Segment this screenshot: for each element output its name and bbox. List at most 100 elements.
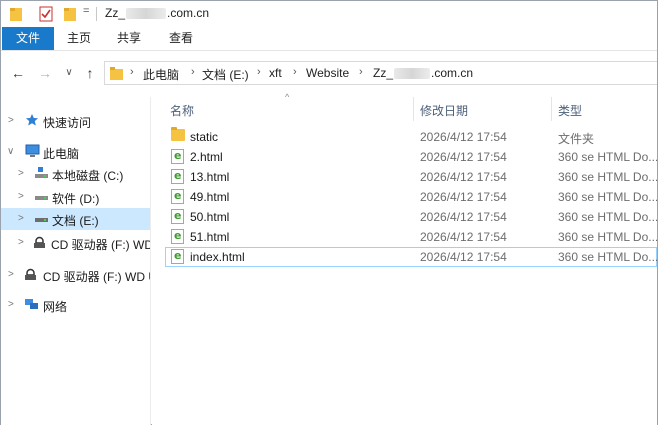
breadcrumb-drive-e[interactable]: 文档 (E:): [202, 66, 249, 83]
file-name: index.html: [190, 250, 245, 264]
column-header-type[interactable]: 类型: [558, 102, 582, 119]
address-row: ← → ∨ ↑ › 此电脑 › 文档 (E:) › xft › Website …: [1, 51, 657, 95]
html-file-icon: [171, 249, 184, 264]
list-item[interactable]: 13.html 2026/4/12 17:54 360 se HTML Do..…: [165, 167, 658, 187]
chevron-right-icon[interactable]: ›: [191, 66, 195, 78]
chevron-right-icon[interactable]: >: [8, 299, 14, 310]
crumb-prefix: Zz_: [373, 66, 394, 80]
file-name: 49.html: [190, 190, 230, 204]
column-divider[interactable]: [413, 97, 414, 121]
title-separator: [96, 7, 97, 21]
html-file-icon: [171, 169, 184, 184]
properties-icon[interactable]: [39, 6, 53, 25]
breadcrumb-current[interactable]: Zz_ .com.cn: [373, 66, 473, 80]
file-date: 2026/4/12 17:54: [420, 190, 507, 204]
html-file-icon: [171, 229, 184, 244]
sidebar-item-label: 文档 (E:): [52, 214, 99, 228]
tab-view[interactable]: 查看: [163, 27, 199, 50]
sidebar-item-drive-d[interactable]: > 软件 (D:): [1, 186, 150, 208]
html-file-icon: [171, 209, 184, 224]
list-item[interactable]: 50.html 2026/4/12 17:54 360 se HTML Do..…: [165, 207, 658, 227]
ribbon-tabs: 文件 主页 共享 查看: [1, 27, 657, 51]
sidebar-item-label: 软件 (D:): [52, 192, 100, 206]
star-icon: [25, 113, 39, 130]
file-type: 360 se HTML Do...: [558, 230, 658, 244]
sidebar-item-cd-drive-2[interactable]: > CD 驱动器 (F:) WD U: [1, 264, 150, 286]
tab-share[interactable]: 共享: [111, 27, 147, 50]
cd-drive-icon: [23, 267, 38, 285]
crumb-suffix: .com.cn: [431, 66, 474, 80]
file-type: 360 se HTML Do...: [558, 170, 658, 184]
sidebar-item-network[interactable]: > 网络: [1, 294, 150, 316]
sidebar-item-label: 网络: [43, 300, 68, 314]
title-bar: = Zz_ .com.cn: [1, 1, 657, 27]
customize-toolbar-icon[interactable]: =: [83, 5, 89, 17]
html-file-icon: [171, 149, 184, 164]
explorer-window: = Zz_ .com.cn 文件 主页 共享 查看 ← → ∨ ↑ › 此电脑 ›…: [0, 0, 658, 425]
drive-icon: [34, 211, 49, 228]
column-divider[interactable]: [551, 97, 552, 121]
computer-icon: [25, 144, 40, 161]
chevron-down-icon[interactable]: ∨: [7, 146, 14, 157]
sidebar-item-quick-access[interactable]: > 快速访问: [1, 110, 150, 132]
address-bar[interactable]: › 此电脑 › 文档 (E:) › xft › Website › Zz_ .co…: [104, 61, 657, 85]
breadcrumb-xft[interactable]: xft: [269, 66, 282, 80]
sidebar-item-label: 快速访问: [43, 116, 92, 130]
html-file-icon: [171, 189, 184, 204]
chevron-right-icon[interactable]: >: [18, 213, 24, 224]
file-date: 2026/4/12 17:54: [420, 210, 507, 224]
chevron-right-icon[interactable]: >: [18, 168, 24, 179]
sidebar-item-label: CD 驱动器 (F:) WD U: [43, 270, 150, 284]
redacted-text: [126, 8, 167, 20]
folder-icon[interactable]: [9, 6, 23, 25]
file-date: 2026/4/12 17:54: [420, 130, 507, 144]
list-item[interactable]: 2.html 2026/4/12 17:54 360 se HTML Do...: [165, 147, 658, 167]
file-type: 360 se HTML Do...: [558, 150, 658, 164]
chevron-right-icon[interactable]: ›: [293, 66, 297, 78]
up-arrow-icon[interactable]: ↑: [81, 65, 99, 81]
file-date: 2026/4/12 17:54: [420, 150, 507, 164]
title-suffix: .com.cn: [167, 6, 210, 20]
chevron-right-icon[interactable]: ›: [130, 66, 134, 78]
column-header-date[interactable]: 修改日期: [420, 102, 468, 119]
chevron-right-icon[interactable]: >: [8, 269, 14, 280]
forward-arrow-icon[interactable]: →: [36, 65, 54, 81]
new-folder-icon[interactable]: [63, 6, 77, 25]
sort-ascending-icon: ^: [285, 92, 290, 102]
list-item[interactable]: index.html 2026/4/12 17:54 360 se HTML D…: [165, 247, 658, 267]
sidebar-item-label: 此电脑: [43, 147, 80, 161]
list-item[interactable]: 49.html 2026/4/12 17:54 360 se HTML Do..…: [165, 187, 658, 207]
chevron-right-icon[interactable]: ›: [359, 66, 363, 78]
window-title: Zz_ .com.cn: [105, 6, 209, 20]
tab-home[interactable]: 主页: [61, 27, 97, 50]
file-name: 13.html: [190, 170, 230, 184]
tab-file[interactable]: 文件: [2, 27, 54, 50]
file-type: 360 se HTML Do...: [558, 190, 658, 204]
sidebar-item-cd-drive[interactable]: > CD 驱动器 (F:) WD: [1, 232, 150, 254]
sidebar-item-drive-c[interactable]: > 本地磁盘 (C:): [1, 163, 150, 185]
chevron-right-icon[interactable]: >: [8, 115, 14, 126]
chevron-right-icon[interactable]: >: [18, 237, 24, 248]
sidebar-item-this-pc[interactable]: ∨ 此电脑: [1, 141, 150, 163]
drive-c-icon: [34, 166, 49, 183]
list-item[interactable]: static 2026/4/12 17:54 文件夹: [165, 127, 657, 147]
folder-icon: [171, 127, 185, 141]
column-header-row: ^ 名称 修改日期 类型: [152, 92, 657, 121]
chevron-right-icon[interactable]: ›: [257, 66, 261, 78]
title-prefix: Zz_: [105, 6, 126, 20]
sidebar-item-drive-e[interactable]: > 文档 (E:): [1, 208, 150, 230]
cd-drive-icon: [32, 235, 47, 253]
sidebar-item-label: 本地磁盘 (C:): [52, 169, 124, 183]
file-type: 360 se HTML Do...: [558, 250, 658, 264]
file-type: 文件夹: [558, 132, 595, 146]
file-date: 2026/4/12 17:54: [420, 250, 507, 264]
list-item[interactable]: 51.html 2026/4/12 17:54 360 se HTML Do..…: [165, 227, 658, 247]
breadcrumb-website[interactable]: Website: [306, 66, 349, 80]
recent-locations-icon[interactable]: ∨: [60, 65, 78, 81]
back-arrow-icon[interactable]: ←: [9, 65, 27, 81]
navigation-pane: > 快速访问 ∨ 此电脑 > 本地磁盘 (C:) > 软件 (D:) > 文档 …: [1, 97, 151, 425]
breadcrumb-this-pc[interactable]: 此电脑: [143, 66, 179, 83]
folder-icon: [110, 67, 124, 83]
column-header-name[interactable]: 名称: [170, 102, 194, 119]
chevron-right-icon[interactable]: >: [18, 191, 24, 202]
